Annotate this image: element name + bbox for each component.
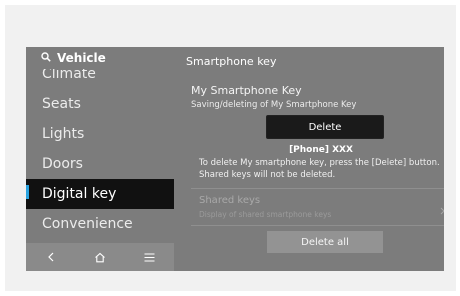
sidebar-item-lights[interactable]: Lights bbox=[26, 119, 174, 149]
sidebar-item-label: Doors bbox=[42, 156, 83, 172]
sidebar-menu: Climate Seats Lights Doors Digital key C… bbox=[26, 59, 174, 239]
divider bbox=[191, 225, 444, 226]
phone-name-label: [Phone] XXX bbox=[289, 145, 353, 155]
delete-button[interactable]: Delete bbox=[267, 116, 383, 138]
page-title: Smartphone key bbox=[186, 55, 277, 68]
sidebar-header[interactable]: Vehicle bbox=[26, 47, 174, 69]
my-key-subtitle: Saving/deleting of My Smartphone Key bbox=[191, 100, 357, 110]
chevron-right-icon[interactable] bbox=[440, 200, 444, 219]
sidebar-item-convenience[interactable]: Convenience bbox=[26, 209, 174, 239]
sidebar-item-doors[interactable]: Doors bbox=[26, 149, 174, 179]
home-icon[interactable] bbox=[85, 246, 115, 268]
divider bbox=[191, 188, 444, 189]
back-icon[interactable] bbox=[36, 246, 66, 268]
search-icon[interactable] bbox=[41, 51, 57, 65]
sidebar-item-label: Lights bbox=[42, 126, 85, 142]
bottom-nav-bar bbox=[26, 243, 174, 271]
shared-keys-title[interactable]: Shared keys bbox=[199, 195, 260, 206]
infotainment-screen: Climate Seats Lights Doors Digital key C… bbox=[26, 47, 444, 271]
delete-all-button[interactable]: Delete all bbox=[267, 231, 383, 253]
sidebar-title: Vehicle bbox=[57, 51, 106, 65]
sidebar-item-label: Digital key bbox=[42, 186, 117, 202]
delete-all-button-label: Delete all bbox=[301, 236, 349, 248]
sidebar-item-label: Seats bbox=[42, 96, 81, 112]
sidebar: Climate Seats Lights Doors Digital key C… bbox=[26, 47, 174, 271]
sidebar-item-seats[interactable]: Seats bbox=[26, 89, 174, 119]
sidebar-item-label: Convenience bbox=[42, 216, 133, 232]
screen-frame: Climate Seats Lights Doors Digital key C… bbox=[5, 5, 456, 291]
delete-info-line2: Shared keys will not be deleted. bbox=[199, 170, 336, 180]
delete-info-line1: To delete My smartphone key, press the [… bbox=[199, 158, 440, 168]
my-key-title: My Smartphone Key bbox=[191, 84, 302, 97]
shared-keys-subtitle: Display of shared smartphone keys bbox=[199, 210, 332, 219]
sidebar-item-digital-key[interactable]: Digital key bbox=[26, 179, 174, 209]
menu-icon[interactable] bbox=[134, 246, 164, 268]
delete-button-label: Delete bbox=[308, 121, 342, 133]
